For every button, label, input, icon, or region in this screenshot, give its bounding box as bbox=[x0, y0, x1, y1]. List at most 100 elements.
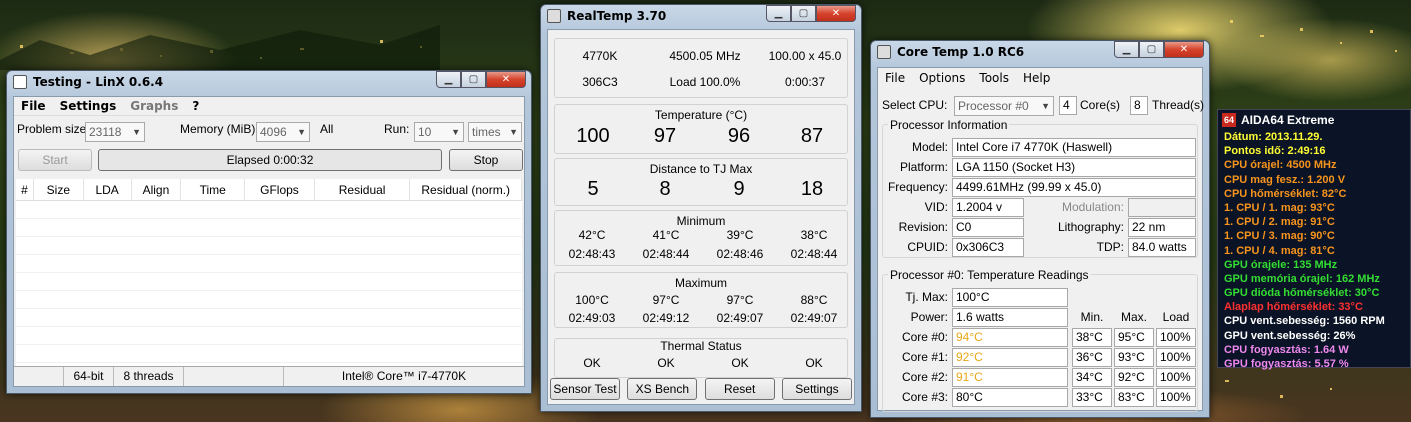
realtemp-title: RealTemp 3.70 bbox=[567, 9, 667, 23]
platform-label: Platform: bbox=[899, 160, 948, 174]
realtemp-window[interactable]: RealTemp 3.70 ▁ ▢ ✕ 4770K 4500.05 MHz 10… bbox=[540, 4, 862, 412]
core3-min-temp: 38°C bbox=[800, 228, 828, 242]
maximize-icon[interactable]: ▢ bbox=[1139, 41, 1164, 58]
col-lda[interactable]: LDA bbox=[84, 179, 132, 200]
select-cpu-value: Processor #0 bbox=[958, 99, 1029, 113]
elapsed-display: Elapsed 0:00:32 bbox=[98, 149, 442, 171]
linx-menubar: File Settings Graphs ? bbox=[14, 97, 524, 116]
col-align[interactable]: Align bbox=[132, 179, 182, 200]
coretemp-title: Core Temp 1.0 RC6 bbox=[897, 45, 1025, 59]
menu-options[interactable]: Options bbox=[912, 71, 972, 85]
maximize-icon[interactable]: ▢ bbox=[791, 5, 816, 22]
minimize-icon[interactable]: ▁ bbox=[436, 71, 461, 88]
menu-file[interactable]: File bbox=[14, 99, 53, 113]
core0-min: 38°C bbox=[1072, 328, 1112, 347]
col-time[interactable]: Time bbox=[181, 179, 246, 200]
linx-title: Testing - LinX 0.6.4 bbox=[33, 75, 164, 89]
coretemp-app-icon bbox=[877, 45, 891, 59]
core3-max: 83°C bbox=[1114, 388, 1154, 407]
realtemp-button-bar: Sensor Test XS Bench Reset Settings bbox=[550, 378, 852, 400]
core1-min: 36°C bbox=[1072, 348, 1112, 367]
problem-size-value: 23118 bbox=[89, 125, 122, 139]
problem-size-combo[interactable]: 23118 ▼ bbox=[85, 122, 145, 142]
core3-load: 100% bbox=[1156, 388, 1196, 407]
aida-line: GPU dióda hőmérséklet: 30°C bbox=[1224, 287, 1380, 300]
aida-line: CPU mag fesz.: 1.200 V bbox=[1224, 173, 1346, 186]
close-icon[interactable]: ✕ bbox=[486, 71, 526, 88]
results-table-header: # Size LDA Align Time GFlops Residual Re… bbox=[16, 179, 522, 201]
reset-button[interactable]: Reset bbox=[704, 378, 775, 400]
menu-tools[interactable]: Tools bbox=[972, 71, 1016, 85]
revision-value: C0 bbox=[952, 218, 1024, 237]
status-threads: 8 threads bbox=[114, 367, 184, 386]
results-table-body[interactable] bbox=[16, 201, 522, 371]
vid-label: VID: bbox=[924, 200, 948, 214]
linx-window[interactable]: Testing - LinX 0.6.4 ▁ ▢ ✕ File Settings… bbox=[6, 70, 532, 394]
settings-button[interactable]: Settings bbox=[781, 378, 852, 400]
aida64-title: AIDA64 Extreme bbox=[1241, 113, 1335, 127]
cores-label: Core(s) bbox=[1080, 98, 1121, 112]
run-combo[interactable]: 10 ▼ bbox=[414, 122, 464, 142]
aida64-logo-icon: 64 bbox=[1222, 113, 1236, 127]
menu-settings[interactable]: Settings bbox=[53, 99, 124, 113]
linx-client: File Settings Graphs ? Problem size: 231… bbox=[13, 96, 525, 387]
coretemp-window[interactable]: Core Temp 1.0 RC6 ▁ ▢ ✕ File Options Too… bbox=[870, 40, 1210, 418]
aida-line: GPU fogyasztás: 5.57 % bbox=[1224, 358, 1349, 370]
minimize-icon[interactable]: ▁ bbox=[1114, 41, 1139, 58]
cpu-frequency: 4500.05 MHz bbox=[669, 49, 741, 63]
aida-line: 1. CPU / 4. mag: 81°C bbox=[1224, 244, 1335, 257]
model-label: Model: bbox=[911, 140, 948, 154]
core3-max-time: 02:49:07 bbox=[790, 311, 838, 325]
menu-file[interactable]: File bbox=[878, 71, 912, 85]
run-time: 0:00:37 bbox=[784, 75, 826, 89]
core2-min-time: 02:48:46 bbox=[716, 247, 764, 261]
chevron-down-icon: ▼ bbox=[509, 127, 518, 137]
menu-help[interactable]: Help bbox=[1016, 71, 1057, 85]
chevron-down-icon: ▼ bbox=[1041, 101, 1050, 111]
cpu-model: 4770K bbox=[582, 49, 618, 63]
col-residual-norm[interactable]: Residual (norm.) bbox=[410, 179, 522, 200]
select-cpu-combo[interactable]: Processor #0 ▼ bbox=[954, 96, 1054, 116]
minimize-icon[interactable]: ▁ bbox=[766, 5, 791, 22]
minimum-title: Minimum bbox=[676, 214, 726, 228]
core2-distance: 9 bbox=[733, 178, 745, 200]
maximize-icon[interactable]: ▢ bbox=[461, 71, 486, 88]
modulation-label: Modulation: bbox=[1061, 200, 1124, 214]
start-button[interactable]: Start bbox=[18, 149, 92, 171]
aida-line: 1. CPU / 1. mag: 93°C bbox=[1224, 201, 1335, 214]
stop-button[interactable]: Stop bbox=[449, 149, 523, 171]
all-label[interactable]: All bbox=[320, 122, 333, 136]
col-gflops[interactable]: GFlops bbox=[245, 179, 315, 200]
col-size[interactable]: Size bbox=[34, 179, 84, 200]
core2-min-temp: 39°C bbox=[726, 228, 754, 242]
cpu-load: Load 100.0% bbox=[669, 75, 741, 89]
sensor-test-button[interactable]: Sensor Test bbox=[550, 378, 620, 400]
coretemp-client: File Options Tools Help Select CPU: Proc… bbox=[877, 67, 1204, 412]
cpu-info-group: 4770K 4500.05 MHz 100.00 x 45.0 306C3 Lo… bbox=[554, 38, 848, 98]
menu-help[interactable]: ? bbox=[185, 99, 206, 113]
core0-max-temp: 100°C bbox=[575, 293, 609, 307]
linx-statusbar: 64-bit 8 threads Intel® Core™ i7-4770K bbox=[14, 366, 524, 386]
run-unit-value: times bbox=[472, 125, 501, 139]
xs-bench-button[interactable]: XS Bench bbox=[627, 378, 698, 400]
minimum-group: Minimum 42°C 41°C 39°C 38°C 02:48:43 02:… bbox=[554, 210, 848, 266]
col-number[interactable]: # bbox=[16, 179, 34, 200]
chevron-down-icon: ▼ bbox=[297, 127, 306, 137]
close-icon[interactable]: ✕ bbox=[816, 5, 856, 22]
aida64-sensor-panel[interactable]: 64 AIDA64 Extreme Dátum: 2013.11.29. Pon… bbox=[1217, 109, 1411, 370]
temperature-title: Temperature (°C) bbox=[654, 108, 748, 122]
memory-label: Memory (MiB): bbox=[180, 122, 259, 136]
core2-temp: 96 bbox=[727, 125, 751, 147]
col-residual[interactable]: Residual bbox=[315, 179, 411, 200]
memory-combo[interactable]: 4096 ▼ bbox=[256, 122, 310, 142]
menu-graphs[interactable]: Graphs bbox=[123, 99, 185, 113]
close-icon[interactable]: ✕ bbox=[1164, 41, 1204, 58]
processor-info-title: Processor Information bbox=[888, 118, 1010, 132]
core0-max-time: 02:49:03 bbox=[568, 311, 616, 325]
modulation-value bbox=[1128, 198, 1196, 217]
platform-value: LGA 1150 (Socket H3) bbox=[952, 158, 1196, 177]
run-unit-combo[interactable]: times ▼ bbox=[468, 122, 522, 142]
core2-thermal: OK bbox=[731, 356, 749, 370]
model-value: Intel Core i7 4770K (Haswell) bbox=[952, 138, 1196, 157]
distance-group: Distance to TJ Max 5 8 9 18 bbox=[554, 158, 848, 206]
